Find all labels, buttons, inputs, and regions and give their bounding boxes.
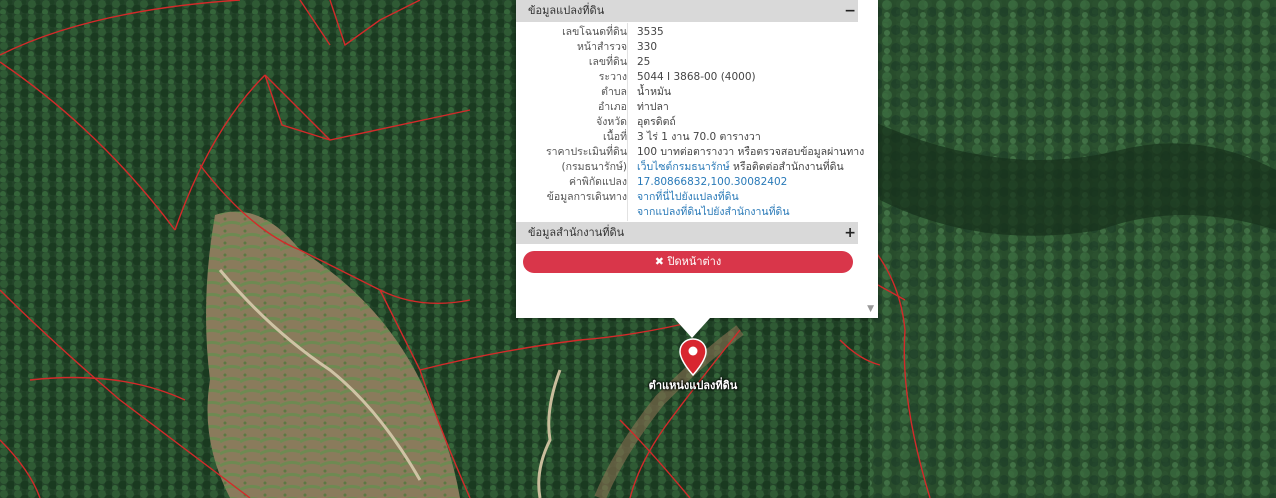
info-row: ค่าพิกัดแปลง 17.80866832,100.30082402 (516, 175, 858, 190)
info-row: ระวาง 5044 I 3868-00 (4000) (516, 70, 858, 85)
treasury-website-link[interactable]: เว็บไซต์กรมธนารักษ์ (637, 161, 730, 173)
parcel-info-title: ข้อมูลแปลงที่ดิน (528, 4, 605, 17)
info-row: เลขที่ดิน 25 (516, 55, 858, 70)
info-row: เนื้อที่ 3 ไร่ 1 งาน 70.0 ตารางวา (516, 130, 858, 145)
info-row-value: 3535 (637, 26, 664, 38)
info-row: ข้อมูลการเดินทาง จากที่นี่ไปยังแปลงที่ดิน (516, 190, 858, 205)
collapse-icon[interactable]: − (844, 0, 856, 22)
info-row-value: 100 บาทต่อตารางวา หรือตรวจสอบข้อมูลผ่านท… (637, 146, 865, 158)
info-row-value-suffix: หรือติดต่อสำนักงานที่ดิน (729, 161, 844, 173)
expand-icon[interactable]: + (844, 222, 856, 244)
info-row-value: ท่าปลา (637, 101, 669, 113)
info-row-label: ระวาง (598, 71, 627, 83)
info-row-label: ตำบล (601, 86, 627, 98)
info-row-value: น้ำหมัน (637, 86, 672, 98)
info-row-label: ข้อมูลการเดินทาง (546, 191, 627, 203)
info-row-value: อุตรดิตถ์ (637, 116, 676, 128)
info-row-label: เลขโฉนดที่ดิน (562, 26, 627, 38)
info-row-label: จังหวัด (596, 116, 627, 128)
info-row-value: 5044 I 3868-00 (4000) (637, 71, 756, 83)
location-pin-icon[interactable] (679, 338, 707, 376)
info-row-value: 330 (637, 41, 658, 53)
info-row-label: อำเภอ (597, 101, 627, 113)
info-row: หน้าสำรวจ 330 (516, 40, 858, 55)
info-row: จังหวัด อุตรดิตถ์ (516, 115, 858, 130)
info-row-label: ราคาประเมินที่ดิน (545, 146, 627, 158)
info-row-value: 3 ไร่ 1 งาน 70.0 ตารางวา (637, 131, 761, 143)
land-office-header[interactable]: ข้อมูลสำนักงานที่ดิน + (516, 222, 858, 244)
info-row-value[interactable]: 17.80866832,100.30082402 (637, 175, 787, 190)
close-window-button[interactable]: ✖ ปิดหน้าต่าง (523, 251, 853, 273)
info-row-value[interactable]: จากแปลงที่ดินไปยังสำนักงานที่ดิน (637, 205, 790, 220)
forest-area-east (870, 0, 1276, 498)
info-row-label: ค่าพิกัดแปลง (568, 176, 627, 188)
scroll-down-icon[interactable]: ▼ (867, 304, 874, 314)
info-row-label: (กรมธนารักษ์) (561, 161, 627, 173)
info-row-value: 25 (637, 56, 651, 68)
info-row: อำเภอ ท่าปลา (516, 100, 858, 115)
parcel-info-popup: ข้อมูลแปลงที่ดิน − เลขโฉนดที่ดิน 3535 หน้า… (516, 0, 878, 318)
info-row-value[interactable]: เว็บไซต์กรมธนารักษ์ หรือติดต่อสำนักงานที… (637, 160, 844, 175)
parcel-info-header[interactable]: ข้อมูลแปลงที่ดิน − (516, 0, 858, 22)
info-row: จากแปลงที่ดินไปยังสำนักงานที่ดิน (516, 205, 858, 220)
parcel-info-table: เลขโฉนดที่ดิน 3535 หน้าสำรวจ 330 เลขที่ดิน 25… (516, 23, 864, 221)
info-row: เลขโฉนดที่ดิน 3535 (516, 25, 858, 40)
info-row-label: หน้าสำรวจ (577, 41, 627, 53)
land-office-title: ข้อมูลสำนักงานที่ดิน (528, 226, 625, 239)
info-row-label: เลขที่ดิน (588, 56, 627, 68)
info-row: (กรมธนารักษ์) เว็บไซต์กรมธนารักษ์ หรือติด… (516, 160, 858, 175)
info-row: ตำบล น้ำหมัน (516, 85, 858, 100)
popup-pointer (674, 318, 710, 338)
info-row-value[interactable]: จากที่นี่ไปยังแปลงที่ดิน (637, 190, 739, 205)
info-row: ราคาประเมินที่ดิน 100 บาทต่อตารางวา หรือต… (516, 145, 864, 160)
marker-label: ตำแหน่งแปลงที่ดิน (648, 379, 738, 392)
info-row-label: เนื้อที่ (603, 131, 627, 143)
